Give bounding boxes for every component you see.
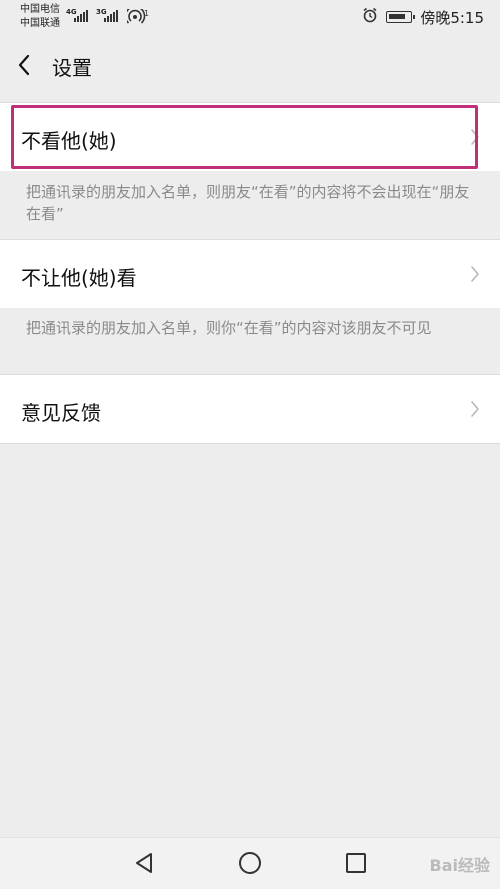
- carrier-labels: 中国电信 中国联通: [20, 3, 60, 31]
- chevron-right-icon: [470, 265, 480, 287]
- chevron-right-icon: [470, 400, 480, 422]
- system-navbar: Bai经验: [0, 837, 500, 889]
- hotspot-icon: 1: [124, 5, 149, 29]
- battery-icon: [386, 11, 416, 23]
- setting-item-label: 意见反馈: [21, 401, 101, 425]
- hotspot-count: 1: [144, 9, 149, 18]
- chevron-left-icon[interactable]: [14, 52, 36, 78]
- chevron-right-icon: [470, 128, 480, 150]
- setting-item-hide-their-posts[interactable]: 不看他(她): [0, 103, 500, 171]
- setting-item-hide-my-posts[interactable]: 不让他(她)看: [0, 240, 500, 308]
- alarm-icon: [362, 7, 378, 27]
- carrier-1: 中国电信: [20, 4, 60, 15]
- page-title: 设置: [52, 56, 92, 80]
- header: 设置: [0, 36, 500, 94]
- watermark: Bai经验: [429, 856, 490, 875]
- status-bar: 中国电信 中国联通 4G 3G 1 傍晚5:15: [0, 0, 500, 36]
- divider: [0, 443, 500, 444]
- carrier-2: 中国联通: [20, 18, 60, 29]
- setting-item-label: 不让他(她)看: [21, 266, 137, 290]
- setting-item-label: 不看他(她): [21, 129, 117, 153]
- setting-item-note: 把通讯录的朋友加入名单，则朋友“在看”的内容将不会出现在“朋友在看”: [26, 183, 470, 223]
- nav-home-icon[interactable]: [238, 851, 262, 879]
- status-right: 傍晚5:15: [362, 7, 484, 27]
- setting-item-note: 把通讯录的朋友加入名单，则你“在看”的内容对该朋友不可见: [26, 319, 432, 337]
- nav-back-icon[interactable]: [133, 851, 155, 879]
- nav-recents-icon[interactable]: [345, 851, 367, 879]
- clock-time: 傍晚5:15: [420, 8, 484, 27]
- setting-item-feedback[interactable]: 意见反馈: [0, 375, 500, 443]
